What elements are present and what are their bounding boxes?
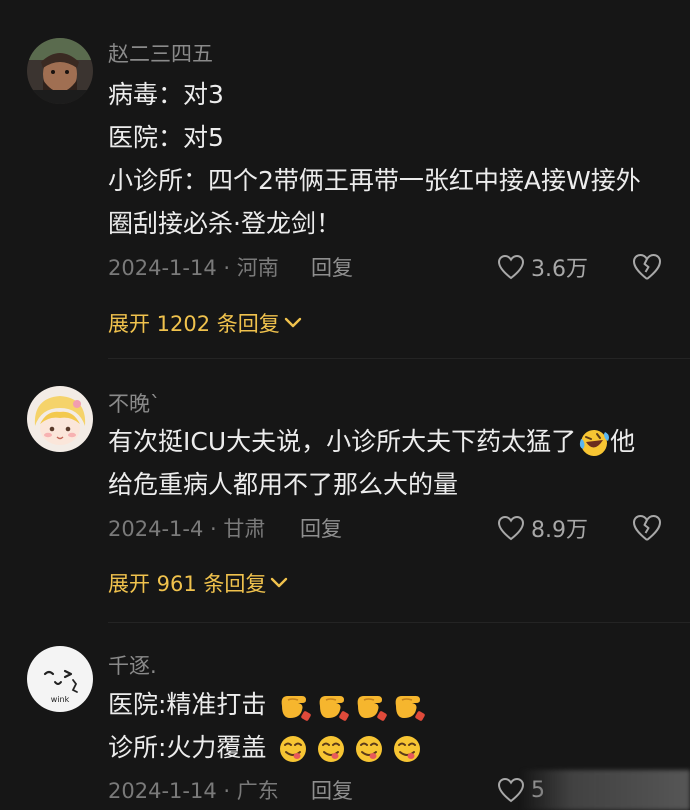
expand-replies-button[interactable]: 展开 961 条回复 bbox=[108, 568, 288, 598]
comment-text: 医院:精准打击 诊所:火力覆盖 bbox=[108, 683, 668, 769]
date-location: 2024-1-4 · 甘肃 bbox=[108, 517, 266, 541]
like-button[interactable]: 3.6万 bbox=[497, 252, 588, 282]
reply-button[interactable]: 回复 bbox=[311, 252, 353, 282]
pointing-hand-emoji bbox=[319, 696, 350, 721]
pointing-hand-emoji bbox=[395, 696, 426, 721]
yum-face-emoji bbox=[280, 736, 307, 762]
avatar[interactable]: wink bbox=[27, 646, 93, 712]
expand-label: 展开 961 条回复 bbox=[108, 572, 267, 596]
divider bbox=[108, 358, 690, 359]
heart-outline-icon bbox=[497, 515, 525, 541]
avatar[interactable] bbox=[27, 38, 93, 104]
expand-label: 展开 1202 条回复 bbox=[108, 312, 280, 336]
pointing-hand-emoji-group bbox=[266, 690, 426, 721]
comment-line: 病毒：对3 bbox=[108, 80, 224, 109]
yum-face-emoji-group bbox=[266, 733, 426, 762]
chevron-down-icon bbox=[271, 577, 288, 588]
divider bbox=[108, 622, 690, 623]
username[interactable]: 不晚` bbox=[108, 388, 161, 418]
heart-outline-icon bbox=[497, 254, 525, 280]
like-count: 3.6万 bbox=[531, 257, 588, 282]
like-count: 8.9万 bbox=[531, 518, 588, 543]
avatar[interactable] bbox=[27, 386, 93, 452]
comment-meta: 2024-1-14 · 广东 回复 bbox=[108, 775, 488, 805]
comment-text: 有次挺ICU大夫说，小诊所大夫下药太猛了 他 给危重病人都用不了那么大的量 bbox=[108, 420, 668, 506]
comment-line-text: 诊所:火力覆盖 bbox=[108, 733, 267, 762]
chevron-down-icon bbox=[284, 317, 301, 328]
pointing-hand-emoji bbox=[357, 696, 388, 721]
comment-line: 医院：对5 bbox=[108, 123, 224, 152]
comment-line-text: 有次挺ICU大夫说，小诊所大夫下药太猛了 bbox=[108, 427, 577, 456]
username[interactable]: 赵二三四五 bbox=[108, 38, 213, 68]
comment-line: 有次挺ICU大夫说，小诊所大夫下药太猛了 他 bbox=[108, 420, 668, 463]
yum-face-emoji bbox=[394, 736, 421, 762]
reply-button[interactable]: 回复 bbox=[311, 775, 353, 805]
comment-item: 赵二三四五 病毒：对3 医院：对5 小诊所：四个2带俩王再带一张红中接A接W接外… bbox=[0, 0, 690, 360]
avatar-text: wink bbox=[51, 695, 70, 704]
comment-line: 给危重病人都用不了那么大的量 bbox=[108, 470, 459, 499]
watermark-blur bbox=[520, 770, 690, 810]
date-location: 2024-1-14 · 广东 bbox=[108, 779, 279, 803]
pointing-hand-emoji bbox=[281, 696, 312, 721]
broken-heart-icon[interactable] bbox=[632, 513, 662, 543]
comment-text: 病毒：对3 医院：对5 小诊所：四个2带俩王再带一张红中接A接W接外 圈刮接必杀… bbox=[108, 73, 668, 245]
comment-line: 诊所:火力覆盖 bbox=[108, 726, 668, 769]
comment-line-text: 医院:精准打击 bbox=[108, 690, 267, 719]
laughing-tears-emoji bbox=[580, 430, 610, 456]
date-location: 2024-1-14 · 河南 bbox=[108, 256, 279, 280]
wink-face-icon: wink bbox=[27, 646, 93, 712]
comment-line: 医院:精准打击 bbox=[108, 683, 668, 726]
reply-button[interactable]: 回复 bbox=[300, 513, 342, 543]
comment-line: 小诊所：四个2带俩王再带一张红中接A接W接外 bbox=[108, 166, 641, 195]
comment-meta: 2024-1-4 · 甘肃 回复 bbox=[108, 513, 488, 543]
comment-meta: 2024-1-14 · 河南 回复 bbox=[108, 252, 488, 282]
yum-face-emoji bbox=[356, 736, 383, 762]
expand-replies-button[interactable]: 展开 1202 条回复 bbox=[108, 308, 302, 338]
like-button[interactable]: 8.9万 bbox=[497, 513, 588, 543]
comment-line-tail: 他 bbox=[610, 427, 636, 456]
username[interactable]: 千逐. bbox=[108, 650, 157, 680]
yum-face-emoji bbox=[318, 736, 345, 762]
cartoon-girl-icon bbox=[27, 386, 93, 452]
broken-heart-icon[interactable] bbox=[632, 252, 662, 282]
comment-line: 圈刮接必杀·登龙剑！ bbox=[108, 209, 341, 238]
man-portrait-icon bbox=[27, 38, 93, 104]
